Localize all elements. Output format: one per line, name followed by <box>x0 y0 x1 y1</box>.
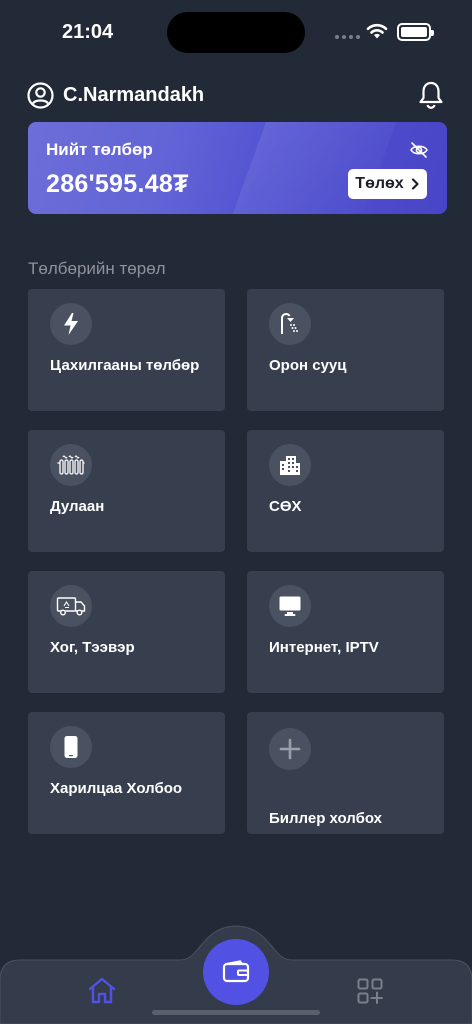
truck-recycle-icon <box>56 597 86 616</box>
status-bar: 21:04 <box>0 0 472 64</box>
category-tile-heating[interactable]: Дулаан <box>28 430 225 552</box>
bell-icon[interactable] <box>417 80 445 110</box>
category-tile-hoa[interactable]: СӨХ <box>247 430 444 552</box>
shower-icon <box>281 312 298 334</box>
category-label: Хог, Тээвэр <box>50 639 135 656</box>
status-time: 21:04 <box>62 21 114 43</box>
user-avatar-icon[interactable] <box>27 81 54 109</box>
category-tile-waste[interactable]: Хог, Тээвэр <box>28 571 225 693</box>
category-tile-electricity[interactable]: Цахилгааны төлбөр <box>28 289 225 411</box>
cellular-signal-icon <box>335 35 360 39</box>
category-tile-add-biller[interactable]: Биллер холбох <box>247 712 444 834</box>
lightning-icon <box>64 313 78 335</box>
category-tile-internet[interactable]: Интернет, IPTV <box>247 571 444 693</box>
category-tile-apartment[interactable]: Орон сууц <box>247 289 444 411</box>
header: C.Narmandakh <box>27 80 445 110</box>
plus-icon <box>279 738 301 760</box>
category-label: Харилцаа Холбоо <box>50 780 183 797</box>
monitor-icon <box>279 596 301 616</box>
apps-add-icon[interactable] <box>357 978 383 1004</box>
category-label: Цахилгааны төлбөр <box>50 357 200 374</box>
home-icon[interactable] <box>87 976 117 1006</box>
wallet-button[interactable] <box>203 939 269 1005</box>
balance-amount: 286'595.48₮ <box>46 170 189 198</box>
wifi-icon <box>366 23 388 39</box>
eye-off-icon[interactable] <box>409 140 429 160</box>
category-label: Биллер холбох <box>269 810 383 827</box>
phone-icon <box>64 736 78 758</box>
balance-label: Нийт төлбөр <box>46 140 153 159</box>
category-label: Дулаан <box>50 498 105 515</box>
pay-button-label: Төлөх <box>355 175 404 192</box>
bottom-navigation <box>0 920 472 1024</box>
pay-button[interactable]: Төлөх <box>348 169 427 199</box>
balance-card: Нийт төлбөр 286'595.48₮ Төлөх <box>28 122 447 214</box>
category-label: СӨХ <box>269 498 302 515</box>
battery-icon <box>397 23 434 41</box>
radiator-icon <box>57 455 85 475</box>
wallet-icon <box>222 960 250 983</box>
chevron-right-icon <box>411 178 419 190</box>
home-indicator <box>152 1010 320 1015</box>
category-label: Интернет, IPTV <box>269 639 379 656</box>
user-name: C.Narmandakh <box>63 83 205 106</box>
section-title: Төлбөрийн төрөл <box>28 259 166 278</box>
category-tile-telecom[interactable]: Харилцаа Холбоо <box>28 712 225 834</box>
category-label: Орон сууц <box>269 357 347 374</box>
building-icon <box>280 456 300 475</box>
dynamic-island <box>167 12 305 53</box>
